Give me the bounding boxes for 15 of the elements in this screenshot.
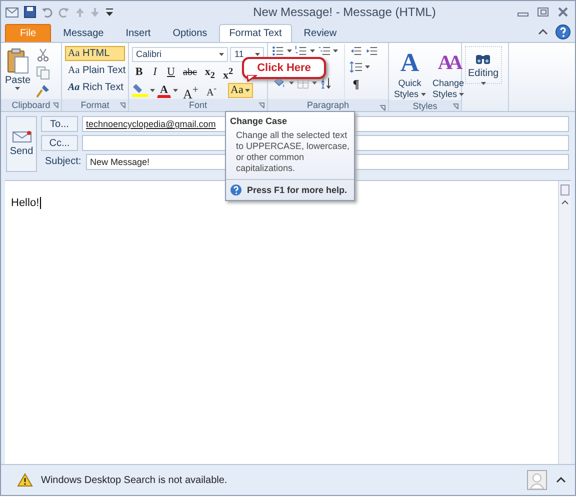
field-label: Subject:	[44, 155, 82, 169]
message-text: Hello!	[11, 197, 40, 209]
window-title: New Message! - Message (HTML)	[252, 4, 437, 18]
style-letter-icon: AA	[438, 49, 459, 77]
style-letter-icon: A	[400, 49, 420, 77]
group-label: Clipboard	[12, 100, 50, 110]
group-label: Paragraph	[306, 100, 350, 110]
group-label: Styles	[412, 100, 438, 110]
tooltip-title: Change Case	[229, 115, 288, 128]
group-label: Format	[80, 100, 110, 110]
tooltip-help-text: Press F1 for more help.	[247, 185, 348, 195]
status-message: Windows Desktop Search is not available.	[41, 474, 228, 486]
group-label: Font	[188, 100, 207, 110]
callout-tooltip: Click Here	[242, 57, 326, 79]
tooltip-description: Change all the selected text to UPPERCASE, lowercase, or other common capitalizations.	[235, 129, 351, 175]
